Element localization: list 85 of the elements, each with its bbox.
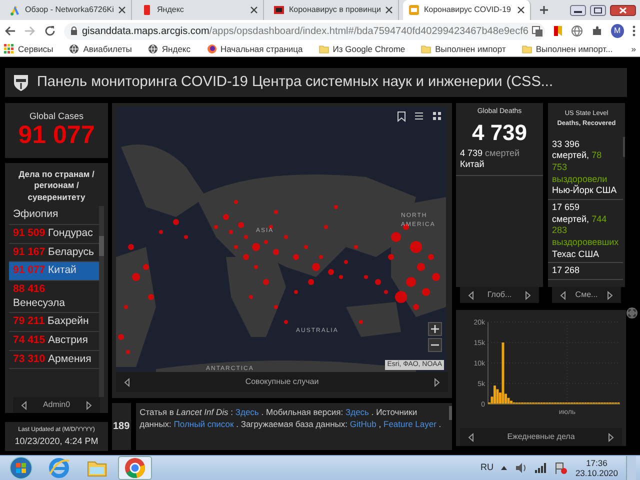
left-triangle-icon[interactable] — [21, 400, 27, 410]
right-triangle-icon[interactable] — [607, 290, 613, 300]
minimize-icon[interactable] — [570, 4, 586, 16]
info-text: Статья в Lancet Inf Dis : Здесь . Мобильная версия: Здесь . Источники данных: Полный список . Загружаемая база данных: GitHub , Feature Layer . — [138, 406, 442, 432]
bookmark[interactable]: Выполнен импорт... — [522, 42, 613, 56]
left-triangle-icon[interactable] — [468, 290, 474, 300]
shield-logo-icon — [13, 74, 29, 92]
bookmark[interactable]: Авиабилеты — [69, 42, 132, 56]
expand-icon[interactable] — [626, 307, 638, 319]
right-triangle-icon[interactable] — [608, 432, 614, 442]
list-icon[interactable] — [414, 111, 424, 121]
scrollbar[interactable] — [449, 406, 452, 420]
left-triangle-icon[interactable] — [560, 290, 566, 300]
folder-icon — [318, 44, 329, 54]
maximize-icon[interactable] — [590, 4, 606, 16]
grid-icon[interactable] — [432, 111, 442, 121]
scrollbar[interactable] — [622, 136, 625, 156]
text-link[interactable]: Полный список — [174, 419, 234, 430]
right-triangle-icon[interactable] — [434, 378, 440, 386]
map-footer-label[interactable]: Совокупные случаи — [245, 376, 319, 388]
card-title: Global Cases — [28, 111, 85, 123]
url-text: gisanddata.maps.arcgis.com/apps/opsdashboard/index.html#/bda7594740fd40299423467b48e9ecf6 — [82, 24, 528, 38]
new-tab-button[interactable] — [538, 5, 549, 15]
lock-icon — [70, 26, 78, 36]
plus-icon — [538, 5, 549, 15]
site-icon — [273, 4, 285, 16]
right-triangle-icon[interactable] — [86, 400, 92, 410]
bookmark[interactable]: Яндекс — [148, 42, 190, 56]
ads-icon — [9, 4, 21, 16]
bookmark[interactable]: Начальная страница — [206, 42, 303, 56]
up-arrow-icon[interactable] — [501, 466, 508, 470]
close-icon[interactable] — [250, 6, 258, 14]
browser-tab[interactable]: Коронавирус COVID-19 — [402, 0, 531, 20]
folder-icon — [522, 44, 532, 54]
globe-icon[interactable] — [570, 25, 583, 37]
text-link[interactable]: Здесь — [345, 407, 369, 417]
zoom-out-button[interactable] — [428, 338, 442, 352]
left-triangle-icon[interactable] — [468, 432, 474, 442]
close-icon[interactable] — [384, 6, 393, 14]
translate-icon[interactable] — [532, 26, 544, 36]
right-triangle-icon[interactable] — [525, 290, 531, 300]
global-cases-value: 91 077 — [17, 122, 96, 148]
close-icon[interactable] — [610, 4, 636, 16]
left-triangle-icon[interactable] — [124, 378, 130, 386]
text-link[interactable]: GitHub — [350, 419, 376, 430]
site-icon — [141, 4, 153, 16]
scrollbar[interactable] — [99, 206, 104, 397]
menu-icon[interactable] — [632, 25, 636, 37]
speaker-icon[interactable] — [515, 463, 528, 473]
profile-avatar[interactable]: M — [610, 24, 624, 38]
chrome-icon — [123, 456, 147, 480]
back-arrow-icon[interactable] — [4, 25, 16, 37]
taskbar-button[interactable] — [118, 456, 152, 480]
bookmark[interactable]: Из Google Chrome — [318, 42, 406, 56]
country-list-item[interactable]: 91 077 Китай — [9, 262, 99, 281]
text-link[interactable]: Здесь — [235, 407, 259, 417]
address-field[interactable]: gisanddata.maps.arcgis.com/apps/opsdashboard/index.html#/bda7594740fd40299423467b48e9ecf6 — [64, 22, 545, 40]
plus-icon — [431, 325, 439, 333]
more-bookmarks-button[interactable]: » — [631, 42, 636, 56]
us-state-item[interactable]: 17 268 — [548, 263, 623, 280]
language-indicator[interactable]: RU — [480, 461, 494, 475]
dashboard-title: Панель мониторинга COVID-19 Центра системных наук и инженерии (CSS... — [37, 72, 553, 92]
close-icon[interactable] — [516, 6, 525, 14]
bookmark[interactable]: Сервисы — [4, 42, 54, 56]
folder-icon — [421, 44, 432, 54]
browser-e-icon — [47, 456, 71, 480]
us-state-item[interactable]: 17 659 смертей, 744 283 выздоровевших Техас США — [548, 200, 623, 264]
flag-icon[interactable] — [555, 462, 568, 474]
start-orb-icon — [9, 456, 33, 480]
bookmark[interactable]: Выполнен импорт — [421, 42, 506, 56]
flag-icon[interactable] — [552, 25, 563, 37]
deaths-list-item[interactable]: 4 739 смертей Китай — [456, 148, 543, 176]
apps-icon — [4, 44, 14, 54]
text-link[interactable]: Feature Layer — [384, 419, 436, 430]
clock[interactable]: 17:36 23.10.2020 — [575, 458, 618, 478]
zoom-in-button[interactable] — [428, 322, 442, 336]
bookmark-icon[interactable] — [397, 111, 406, 122]
signal-icon[interactable] — [535, 463, 548, 473]
count-value: 189 — [112, 420, 130, 434]
global-deaths-value: 4 739 — [470, 122, 528, 144]
site-icon — [408, 4, 420, 16]
updated-value: 10/23/2020, 4:24 PM — [14, 435, 100, 448]
reload-icon[interactable] — [44, 25, 56, 37]
close-icon[interactable] — [118, 6, 126, 14]
list-title: Дела по странам / регионам / суверенитету — [18, 168, 96, 204]
